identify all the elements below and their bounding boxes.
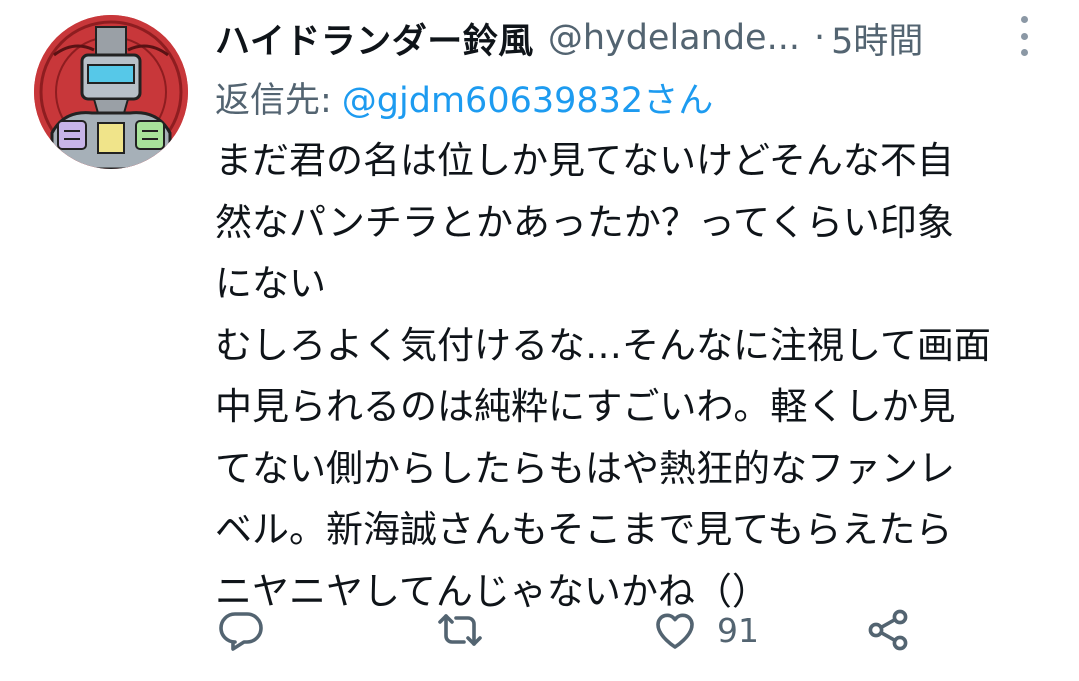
retweet-button[interactable] xyxy=(436,598,484,662)
tweet-header: ハイドランダー鈴風 @hydelande... · 5時間 xyxy=(215,8,1015,68)
reply-prefix: 返信先: xyxy=(215,80,332,121)
action-bar: 91 xyxy=(0,598,1079,662)
separator-dot: · xyxy=(813,18,826,58)
user-handle[interactable]: @hydelande... xyxy=(548,18,800,58)
like-button[interactable]: 91 xyxy=(651,598,759,662)
tweet-text-line: にない xyxy=(215,262,326,305)
reply-icon xyxy=(219,612,263,651)
more-dot xyxy=(1020,32,1028,40)
tweet-text-line: 中見られるのは純粋にすごいわ。軽くしか見 xyxy=(215,385,956,428)
avatar-image xyxy=(34,15,188,169)
share-button[interactable] xyxy=(864,598,912,662)
share-icon xyxy=(868,609,908,651)
tweet-text: まだ君の名は位しか見てないけどそんな不自 然なパンチラとかあったか？ってくらい印… xyxy=(215,130,1060,622)
like-count: 91 xyxy=(717,610,759,650)
display-name[interactable]: ハイドランダー鈴風 xyxy=(215,13,534,64)
tweet-text-line: 然なパンチラとかあったか？ってくらい印象 xyxy=(215,200,954,244)
more-dot xyxy=(1020,49,1028,56)
avatar[interactable] xyxy=(34,15,188,169)
tweet-text-line: まだ君の名は位しか見てないけどそんな不自 xyxy=(215,139,954,182)
reply-button[interactable] xyxy=(217,598,265,662)
timestamp[interactable]: 5時間 xyxy=(831,13,923,64)
heart-icon xyxy=(656,613,694,649)
more-options-icon[interactable] xyxy=(1012,16,1036,56)
tweet-text-line: ベル。新海誠さんもそこまで見てもらえたら xyxy=(215,508,953,551)
more-dot xyxy=(1020,16,1028,23)
reply-to-line: 返信先: @gjdm60639832さん xyxy=(215,70,713,124)
tweet-text-line: てない側からしたらもはや熱狂的なファンレ xyxy=(215,446,955,490)
retweet-icon xyxy=(438,614,482,646)
tweet-text-line: むしろよく気付けるな…そんなに注視して画面 xyxy=(215,323,991,367)
reply-target-link[interactable]: @gjdm60639832さん xyxy=(342,72,713,123)
